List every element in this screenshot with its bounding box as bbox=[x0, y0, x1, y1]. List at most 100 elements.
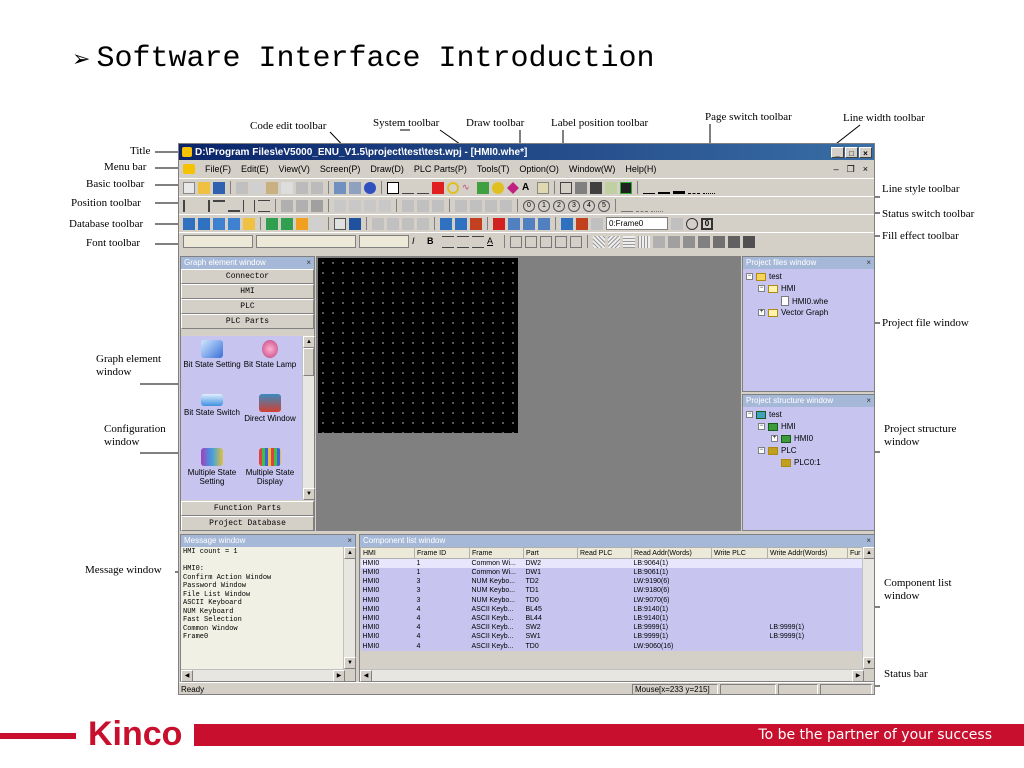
database-13-icon[interactable] bbox=[387, 217, 399, 230]
maximize-button[interactable]: □ bbox=[845, 146, 858, 158]
bold-icon[interactable]: B bbox=[427, 236, 439, 248]
frame-color-icon[interactable] bbox=[560, 181, 572, 194]
menu-view[interactable]: View(V) bbox=[279, 164, 310, 174]
bring-front-icon[interactable] bbox=[334, 199, 346, 212]
tree-node-vector-graph[interactable]: + Vector Graph bbox=[758, 308, 828, 317]
frame-next-icon[interactable] bbox=[576, 217, 588, 230]
status-3-icon[interactable]: 3 bbox=[568, 199, 580, 212]
simulate-icon[interactable] bbox=[349, 181, 361, 194]
fill-pattern-9-icon[interactable] bbox=[713, 235, 725, 248]
fill-pattern-3-icon[interactable] bbox=[623, 235, 635, 248]
label-position-1-icon[interactable] bbox=[455, 199, 467, 212]
menu-screen[interactable]: Screen(P) bbox=[320, 164, 361, 174]
line-tool-icon[interactable] bbox=[402, 182, 414, 194]
fill-pattern-10-icon[interactable] bbox=[728, 235, 740, 248]
mdi-restore-icon[interactable]: ❐ bbox=[847, 164, 855, 175]
line-style-solid-icon[interactable] bbox=[621, 200, 633, 212]
table-row[interactable]: HMI0 4 ASCII Keyb... BL45 LB:9140(1) bbox=[360, 604, 865, 614]
download-icon[interactable] bbox=[493, 217, 505, 230]
transfer-icon[interactable] bbox=[523, 217, 535, 230]
project-files-close-icon[interactable]: × bbox=[866, 257, 871, 269]
column-header-write-plc[interactable]: Write PLC bbox=[711, 547, 768, 559]
collapse-icon[interactable]: − bbox=[758, 447, 765, 454]
ungroup-icon[interactable] bbox=[379, 199, 391, 212]
parts-scrollbar[interactable]: ▲ ▼ bbox=[302, 336, 315, 500]
part-direct-window[interactable]: Direct Window bbox=[241, 394, 299, 423]
text-align-center-icon[interactable] bbox=[457, 235, 469, 248]
delete-icon[interactable] bbox=[281, 181, 293, 194]
same-size-icon[interactable] bbox=[311, 199, 323, 212]
arc-tool-icon[interactable]: ∿ bbox=[462, 182, 474, 194]
diamond-tool-icon[interactable] bbox=[507, 181, 519, 194]
mdi-close-icon[interactable]: × bbox=[863, 164, 868, 175]
polyline-tool-icon[interactable] bbox=[417, 182, 429, 194]
tree-node-test[interactable]: − test bbox=[746, 272, 782, 281]
table-row[interactable]: HMI0 3 NUM Keybo... TD2 LW:9190(6) bbox=[360, 577, 865, 587]
database-12-icon[interactable] bbox=[372, 217, 384, 230]
column-header-frame[interactable]: Frame bbox=[469, 547, 524, 559]
struct-node-hmi[interactable]: − HMI bbox=[758, 422, 796, 431]
label-position-4-icon[interactable] bbox=[500, 199, 512, 212]
font-size-select[interactable] bbox=[359, 235, 409, 248]
fill-pattern-11-icon[interactable] bbox=[743, 235, 755, 248]
align-bottom-icon[interactable] bbox=[228, 200, 240, 212]
collapse-icon[interactable]: − bbox=[758, 285, 765, 292]
line-width-thick-icon[interactable] bbox=[673, 182, 685, 194]
line-width-medium-icon[interactable] bbox=[658, 182, 670, 194]
align-right-icon[interactable] bbox=[198, 199, 210, 212]
align-center-icon[interactable] bbox=[243, 199, 255, 212]
line-style-dash2-icon[interactable] bbox=[636, 200, 648, 212]
database-2-icon[interactable] bbox=[198, 217, 210, 230]
line-style-dash-icon[interactable] bbox=[688, 182, 700, 194]
tree-node-hmi0-file[interactable]: HMI0.whe bbox=[781, 296, 828, 306]
redo-icon[interactable] bbox=[311, 181, 323, 194]
collapse-icon[interactable]: − bbox=[746, 273, 753, 280]
struct-node-test[interactable]: − test bbox=[746, 410, 782, 419]
font-color-icon[interactable]: A bbox=[487, 236, 499, 248]
zoom-icon[interactable] bbox=[686, 217, 698, 230]
part-multiple-state-display[interactable]: Multiple State Display bbox=[241, 448, 299, 486]
database-15-icon[interactable] bbox=[417, 217, 429, 230]
minimize-button[interactable]: _ bbox=[831, 146, 844, 158]
database-6-icon[interactable] bbox=[266, 217, 278, 230]
database-9-icon[interactable] bbox=[311, 217, 323, 230]
italic-icon[interactable]: I bbox=[412, 236, 424, 248]
component-list-scrollbar[interactable]: ▲ ▼ bbox=[862, 547, 874, 669]
close-button[interactable]: × bbox=[859, 146, 872, 158]
text-align-left-icon[interactable] bbox=[442, 235, 454, 248]
status-1-icon[interactable]: 1 bbox=[538, 199, 550, 212]
offline-sim-icon[interactable] bbox=[538, 217, 550, 230]
database-3-icon[interactable] bbox=[213, 217, 225, 230]
circle-tool-icon[interactable] bbox=[447, 181, 459, 194]
text-box-5-icon[interactable] bbox=[570, 235, 582, 248]
message-scrollbar[interactable]: ▲ ▼ bbox=[343, 547, 356, 669]
menu-draw[interactable]: Draw(D) bbox=[370, 164, 404, 174]
column-header-hmi[interactable]: HMI bbox=[360, 547, 415, 559]
message-window-close-icon[interactable]: × bbox=[347, 535, 352, 547]
upload-icon[interactable] bbox=[508, 217, 520, 230]
menu-window[interactable]: Window(W) bbox=[569, 164, 616, 174]
database-5-icon[interactable] bbox=[243, 217, 255, 230]
graph-window-close-icon[interactable]: × bbox=[306, 257, 311, 269]
save-icon[interactable] bbox=[213, 181, 225, 194]
scroll-down-icon[interactable]: ▼ bbox=[303, 488, 315, 500]
align-middle-icon[interactable] bbox=[258, 199, 270, 212]
group-icon[interactable] bbox=[364, 199, 376, 212]
help-icon[interactable] bbox=[364, 181, 376, 194]
fill-color-icon[interactable] bbox=[575, 181, 587, 194]
table-row[interactable]: HMI0 3 NUM Keybo... TD0 LW:9070(6) bbox=[360, 595, 865, 605]
message-hscrollbar[interactable]: ◀ ▶ bbox=[181, 669, 345, 682]
frame-select[interactable]: 0:Frame0 bbox=[606, 217, 668, 230]
status-2-icon[interactable]: 2 bbox=[553, 199, 565, 212]
polygon-tool-icon[interactable] bbox=[477, 181, 489, 194]
column-header-read-plc[interactable]: Read PLC bbox=[577, 547, 632, 559]
same-width-icon[interactable] bbox=[281, 199, 293, 212]
line-style-dot-icon[interactable] bbox=[703, 182, 715, 194]
scroll-up-icon[interactable]: ▲ bbox=[344, 547, 356, 559]
expand-icon[interactable]: + bbox=[771, 435, 778, 442]
open-folder-icon[interactable] bbox=[198, 181, 210, 194]
expand-icon[interactable]: + bbox=[758, 309, 765, 316]
table-row[interactable]: HMI0 1 Common Wi... DW1 LB:9061(1) bbox=[360, 568, 865, 578]
column-header-part[interactable]: Part bbox=[523, 547, 578, 559]
menu-file[interactable]: File(F) bbox=[205, 164, 231, 174]
